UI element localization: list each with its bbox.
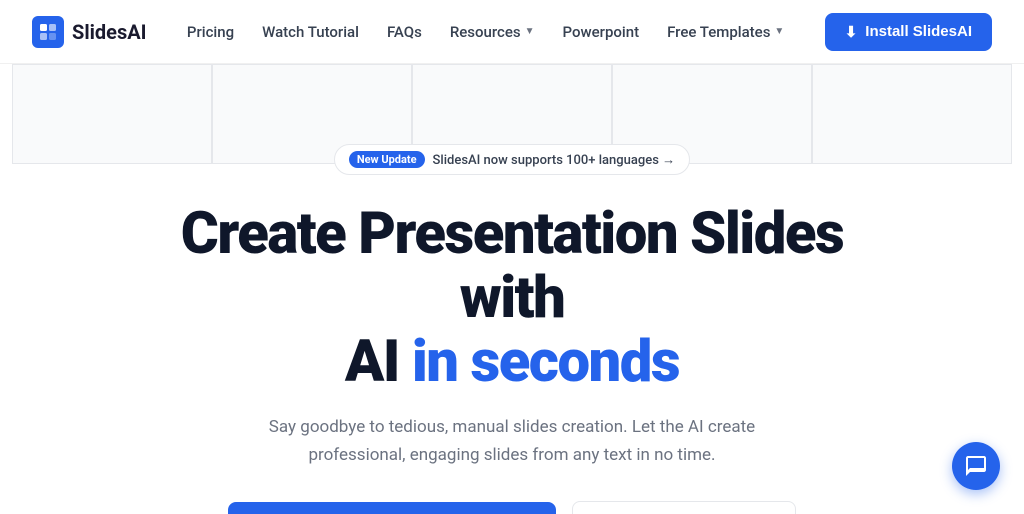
badge-new-tag: New Update [349, 151, 425, 168]
nav-item-resources[interactable]: Resources ▼ [450, 23, 535, 41]
main-content: New Update SlidesAI now supports 100+ la… [0, 64, 1024, 514]
download-icon: ⬇ [845, 23, 858, 41]
hero-subtext: Say goodbye to tedious, manual slides cr… [222, 414, 802, 468]
cta-secondary-button[interactable]: 👋 Learn How To Use [572, 501, 796, 514]
navbar-install-button[interactable]: ⬇ Install SlidesAI [825, 13, 992, 51]
logo-icon [32, 16, 64, 48]
nav-item-pricing[interactable]: Pricing [187, 23, 234, 41]
cta-primary-button[interactable]: ⬇ Install SlidesAI for Google Slides [228, 502, 556, 514]
hero-heading: Create Presentation Slides with AI in se… [132, 203, 892, 394]
badge-message: SlidesAI now supports 100+ languages → [433, 152, 676, 168]
nav-item-faqs[interactable]: FAQs [387, 23, 422, 41]
nav-item-free-templates[interactable]: Free Templates ▼ [667, 23, 784, 41]
free-templates-dropdown-arrow: ▼ [774, 26, 784, 37]
navbar: SlidesAI Pricing Watch Tutorial FAQs Res… [0, 0, 1024, 64]
logo[interactable]: SlidesAI [32, 16, 147, 48]
resources-dropdown-arrow: ▼ [525, 26, 535, 37]
nav-item-powerpoint[interactable]: Powerpoint [563, 23, 640, 41]
nav-links: Pricing Watch Tutorial FAQs Resources ▼ … [187, 23, 784, 41]
chat-bubble[interactable] [952, 442, 1000, 490]
cta-buttons: ⬇ Install SlidesAI for Google Slides 👋 L… [228, 501, 796, 514]
update-badge[interactable]: New Update SlidesAI now supports 100+ la… [334, 144, 690, 175]
nav-item-watch-tutorial[interactable]: Watch Tutorial [262, 23, 359, 41]
logo-text: SlidesAI [72, 20, 147, 44]
